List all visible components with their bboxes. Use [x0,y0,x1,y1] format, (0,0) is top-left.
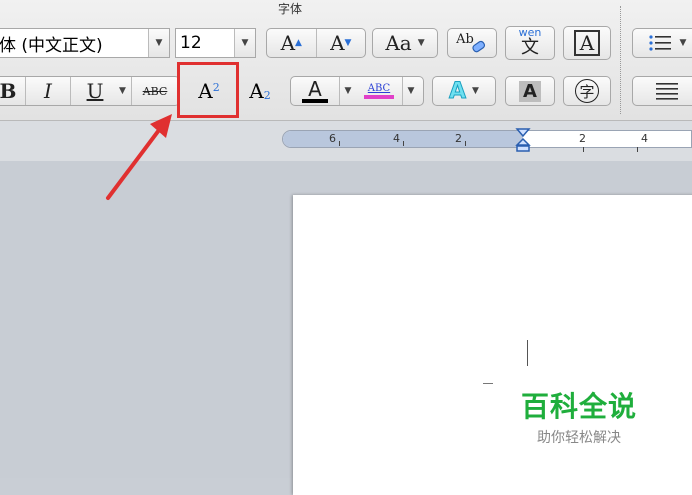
text-effect-label: A [449,78,467,104]
ruler-tick [403,141,404,146]
phonetic-guide-button[interactable]: wen 文 [505,26,555,60]
chevron-down-icon: ▼ [679,38,687,48]
change-case-button[interactable]: Aa ▼ [372,28,438,58]
font-color-swatch [302,99,328,103]
chevron-down-icon: ▼ [417,38,425,48]
triangle-down-icon: ▼ [344,38,352,48]
highlight-color-button[interactable]: ABC [356,77,402,105]
character-border-label: A [573,30,601,56]
ruler-tick [637,147,638,152]
ruler-label: 4 [393,132,400,145]
underline-button[interactable]: U [71,77,119,105]
bullet-list-button[interactable]: ▼ [632,28,692,58]
enclose-characters-label: 字 [575,79,599,103]
highlight-swatch [364,95,394,99]
eraser-icon [472,40,485,53]
chevron-down-icon[interactable]: ▼ [234,29,255,57]
text-cursor [527,340,528,366]
font-size-combobox[interactable]: 12 ▼ [175,28,256,58]
chevron-down-icon[interactable]: ▼ [119,86,131,96]
font-size-buttons: A ▲ A ▼ [266,28,366,58]
enclose-characters-button[interactable]: 字 [563,76,611,106]
text-effect-button[interactable]: A ▼ [432,76,496,106]
highlight-box [177,62,239,118]
character-shading-label: A [519,80,541,102]
margin-mark [483,383,493,384]
ruler-label: 4 [641,132,648,145]
subscript-button[interactable]: A2 [240,76,280,106]
ruler-label: 2 [455,132,462,145]
ruler-tick [583,147,584,152]
text-style-buttons: B I U ▼ ABC [0,76,180,106]
chevron-down-icon: ▼ [472,86,479,96]
font-color-label: A [308,77,322,101]
subscript-exponent: 2 [263,88,271,102]
bold-button[interactable]: B [0,77,26,105]
font-name-combobox[interactable]: 体 (中文正文) ▼ [0,28,170,58]
ruler-label: 6 [329,132,336,145]
italic-button[interactable]: I [26,77,71,105]
color-buttons: A ▼ ABC ▼ [290,76,424,106]
watermark-main: 百科全说 [520,390,637,423]
shrink-font-button[interactable]: A ▼ [317,29,366,57]
grow-font-button[interactable]: A ▲ [267,29,317,57]
red-arrow-icon [106,114,172,200]
group-separator [620,6,621,114]
chevron-down-icon[interactable]: ▼ [339,77,356,105]
font-group-title: 字体 [277,2,302,16]
font-color-button[interactable]: A [291,77,339,105]
watermark-subtitle: 助你轻松解决 [537,430,621,446]
ruler-tick [465,141,466,146]
phonetic-guide-char: 文 [521,37,539,58]
bullet-list-icon [648,35,671,51]
document-page[interactable] [293,195,692,495]
align-left-icon [656,83,678,100]
ruler-label: 2 [579,132,586,145]
align-left-button[interactable] [632,76,692,106]
triangle-up-icon: ▲ [295,38,302,48]
ruler-tick [339,141,340,146]
character-border-button[interactable]: A [563,26,611,60]
watermark-logo: 百科全说 助你轻松解决 [512,385,646,447]
ribbon: 字体 体 (中文正文) ▼ 12 ▼ A ▲ A ▼ Aa ▼ Ab wen 文 A [0,0,692,121]
character-shading-button[interactable]: A [505,76,555,106]
strikethrough-button[interactable]: ABC [131,77,178,105]
horizontal-ruler[interactable]: 6 4 2 2 4 [282,128,692,152]
highlight-label: ABC [367,83,391,94]
change-case-label: Aa [385,31,412,55]
font-name-value: 体 (中文正文) [0,35,103,56]
font-size-value: 12 [180,33,202,53]
indent-marker-icon[interactable] [515,127,531,153]
chevron-down-icon[interactable]: ▼ [148,29,169,57]
chevron-down-icon[interactable]: ▼ [402,77,419,105]
clear-formatting-button[interactable]: Ab [447,28,497,58]
